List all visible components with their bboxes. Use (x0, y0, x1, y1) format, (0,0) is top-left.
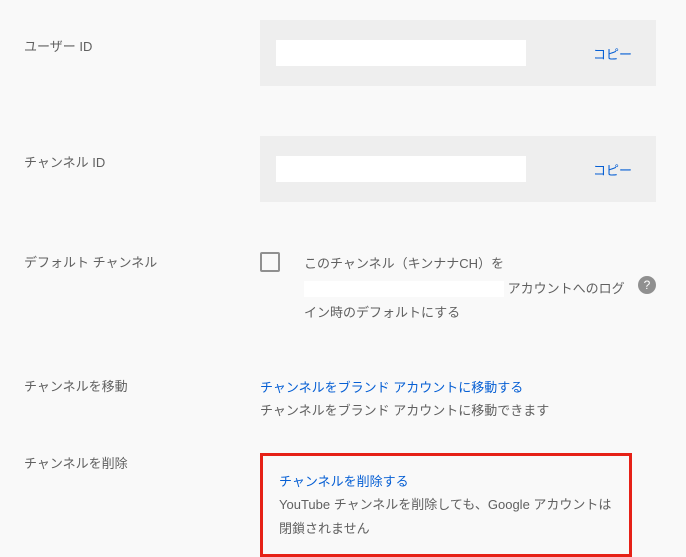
move-channel-value-col: チャンネルをブランド アカウントに移動する チャンネルをブランド アカウントに移… (260, 376, 686, 423)
default-channel-label: デフォルト チャンネル (0, 252, 260, 271)
channel-id-value-masked (276, 156, 526, 182)
delete-channel-row: チャンネルを削除 チャンネルを削除する YouTube チャンネルを削除しても、… (0, 453, 686, 557)
delete-channel-desc: YouTube チャンネルを削除しても、Google アカウントは閉鎖されません (279, 493, 613, 540)
move-channel-label: チャンネルを移動 (0, 376, 260, 395)
move-channel-desc: チャンネルをブランド アカウントに移動できます (260, 399, 656, 422)
copy-user-id-button[interactable]: コピー (593, 44, 640, 63)
channel-id-value-col: コピー (260, 136, 686, 202)
delete-channel-value-col: チャンネルを削除する YouTube チャンネルを削除しても、Google アカ… (260, 453, 686, 557)
default-channel-text-1: このチャンネル（キンナナCH）を (304, 256, 504, 271)
move-channel-row: チャンネルを移動 チャンネルをブランド アカウントに移動する チャンネルをブラン… (0, 376, 686, 423)
user-id-value-masked (276, 40, 526, 66)
user-id-box: コピー (260, 20, 656, 86)
default-channel-value-col: このチャンネル（キンナナCH）を アカウントへのログイン時のデフォルトにする ? (260, 252, 686, 326)
delete-channel-link[interactable]: チャンネルを削除する (279, 470, 613, 493)
copy-channel-id-button[interactable]: コピー (593, 160, 640, 179)
default-channel-email-masked (304, 281, 504, 297)
user-id-value-col: コピー (260, 20, 686, 86)
delete-channel-label: チャンネルを削除 (0, 453, 260, 472)
default-channel-row: デフォルト チャンネル このチャンネル（キンナナCH）を アカウントへのログイン… (0, 252, 686, 326)
user-id-row: ユーザー ID コピー (0, 20, 686, 86)
channel-id-label: チャンネル ID (0, 136, 260, 171)
channel-id-row: チャンネル ID コピー (0, 136, 686, 202)
settings-panel: ユーザー ID コピー チャンネル ID コピー デフォルト チャンネル このチ… (0, 0, 686, 557)
channel-id-box: コピー (260, 136, 656, 202)
default-channel-checkbox[interactable] (260, 252, 280, 272)
help-icon[interactable]: ? (638, 276, 656, 294)
default-channel-text: このチャンネル（キンナナCH）を アカウントへのログイン時のデフォルトにする (304, 252, 628, 326)
move-channel-link[interactable]: チャンネルをブランド アカウントに移動する (260, 376, 656, 399)
user-id-label: ユーザー ID (0, 20, 260, 55)
delete-channel-highlight: チャンネルを削除する YouTube チャンネルを削除しても、Google アカ… (260, 453, 632, 557)
